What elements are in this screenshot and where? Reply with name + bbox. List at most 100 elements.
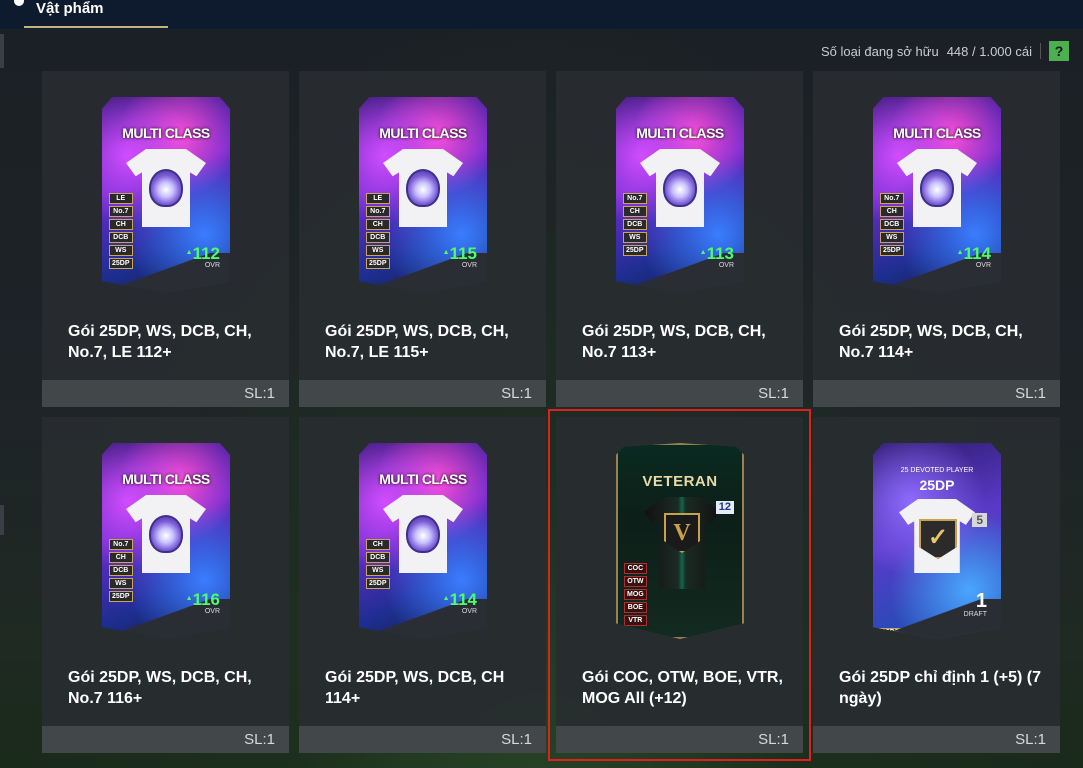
card-title: MULTI CLASS: [893, 125, 981, 141]
position-tag: CH: [109, 552, 133, 563]
card-subtitle: 25 DEVOTED PLAYER: [900, 467, 974, 474]
level-badge: 12: [715, 501, 734, 514]
position-tag: DCB: [366, 232, 390, 243]
class-emblem-icon: [149, 169, 183, 207]
position-tag: WS: [109, 578, 133, 589]
owned-count-value: 448 / 1.000 cái: [946, 43, 1032, 59]
ovr-block: 112 OVR: [186, 245, 220, 269]
item-name: Gói 25DP, WS, DCB, CH, No.7 113+: [582, 323, 766, 361]
item-quantity: SL:1: [758, 731, 789, 748]
multiclass-card: MULTI CLASS No.7CHDCBWS25DP 114 OVR: [873, 97, 1001, 293]
ovr-value: 114: [957, 245, 991, 262]
position-tag: No.7: [623, 193, 647, 204]
position-tag: COC: [624, 563, 647, 574]
item-tile[interactable]: MULTI CLASS No.7CHDCBWS25DP 114 OVR Gói …: [813, 71, 1060, 407]
item-footer: SL:1: [42, 380, 289, 407]
position-tag: LE: [109, 193, 133, 204]
tab-indicator-icon: [14, 0, 24, 6]
position-tag: No.7: [880, 193, 904, 204]
item-footer: SL:1: [299, 726, 546, 753]
ovr-label: OVR: [975, 262, 991, 269]
item-tile[interactable]: MULTI CLASS No.7CHDCBWS25DP 116 OVR Gói …: [42, 417, 289, 753]
position-tag: BOE: [624, 602, 647, 613]
position-tag: DCB: [366, 552, 390, 563]
multiclass-card: MULTI CLASS No.7CHDCBWS25DP 113 OVR: [616, 97, 744, 293]
card-title: MULTI CLASS: [379, 471, 467, 487]
item-quantity: SL:1: [1015, 385, 1046, 402]
item-footer: SL:1: [42, 726, 289, 753]
owned-count: Số loại đang sở hữu 448 / 1.000 cái ?: [821, 40, 1069, 62]
item-tile[interactable]: MULTI CLASS LENo.7CHDCBWS25DP 115 OVR Gó…: [299, 71, 546, 407]
ovr-value: 116: [186, 591, 220, 608]
item-tile[interactable]: MULTI CLASS LENo.7CHDCBWS25DP 112 OVR Gó…: [42, 71, 289, 407]
item-quantity: SL:1: [758, 385, 789, 402]
ovr-label: OVR: [461, 608, 477, 615]
ovr-label: OVR: [718, 262, 734, 269]
item-tile[interactable]: MULTI CLASS CH DCB WS 25DP 114 OVR Gói 25DP…: [299, 417, 546, 753]
item-footer: SL:1: [813, 380, 1060, 407]
item-name: Gói 25DP, WS, DCB, CH, No.7 116+: [68, 669, 252, 707]
position-list: No.7 CH DCB WS 25DP: [109, 539, 133, 602]
item-quantity: SL:1: [244, 385, 275, 402]
position-tag: CH: [623, 206, 647, 217]
help-button[interactable]: ?: [1049, 41, 1069, 61]
multiclass-card: MULTI CLASS LENo.7CHDCBWS25DP 112 OVR: [102, 97, 230, 293]
item-footer: SL:1: [813, 726, 1060, 753]
item-name: Gói 25DP, WS, DCB, CH 114+: [325, 669, 505, 707]
item-grid: MULTI CLASS LENo.7CHDCBWS25DP 112 OVR Gó…: [42, 71, 1060, 761]
position-tag: DCB: [109, 565, 133, 576]
top-bar: Vật phẩm: [0, 0, 1083, 30]
ovr-value: 115: [443, 245, 477, 262]
ovr-block: 113 OVR: [700, 245, 734, 269]
position-tag: 25DP: [366, 578, 390, 589]
veteran-card: VETERAN V 12 COC OTW MOG BOE VTR: [616, 443, 744, 639]
item-footer: SL:1: [299, 380, 546, 407]
ovr-block: 114 OVR: [957, 245, 991, 269]
position-tag: CH: [880, 206, 904, 217]
draft-count: 1: [975, 590, 987, 612]
ovr-block: 114 OVR: [443, 591, 477, 615]
divider: [1040, 43, 1041, 59]
position-tag: No.7: [366, 206, 390, 217]
ovr-value: 114: [443, 591, 477, 608]
ovr-block: 115 OVR: [443, 245, 477, 269]
item-tile[interactable]: MULTI CLASS No.7CHDCBWS25DP 113 OVR Gói …: [556, 71, 803, 407]
position-tag: OTW: [624, 576, 647, 587]
card-title: MULTI CLASS: [122, 471, 210, 487]
item-name: Gói COC, OTW, BOE, VTR, MOG All (+12): [582, 669, 783, 707]
position-tag: MOG: [624, 589, 647, 600]
item-footer: SL:1: [556, 380, 803, 407]
item-name: Gói 25DP chỉ định 1 (+5) (7 ngày): [839, 669, 1041, 707]
item-tile[interactable]: VETERAN V 12 COC OTW MOG BOE VTR Gói COC, OT…: [548, 409, 811, 761]
card-title: VETERAN: [642, 473, 718, 490]
position-tag: WS: [880, 232, 904, 243]
multiclass-card: MULTI CLASS No.7CHDCBWS25DP 116 OVR: [102, 443, 230, 639]
item-quantity: SL:1: [1015, 731, 1046, 748]
left-scroll-handle[interactable]: [0, 34, 4, 68]
class-emblem-icon: [149, 515, 183, 553]
ovr-block: 116 OVR: [186, 591, 220, 615]
position-tag: LE: [366, 193, 390, 204]
position-tag: DCB: [109, 232, 133, 243]
tab-items[interactable]: Vật phẩm: [14, 0, 168, 28]
position-tag: CH: [366, 219, 390, 230]
position-tag: WS: [623, 232, 647, 243]
position-list: No.7 CH DCB WS 25DP: [623, 193, 647, 256]
position-tag: CH: [109, 219, 133, 230]
position-tag: WS: [366, 565, 390, 576]
position-tag: DCB: [623, 219, 647, 230]
item-quantity: SL:1: [501, 731, 532, 748]
card-title: MULTI CLASS: [636, 125, 724, 141]
draft-count-block: 1 DRAFT: [964, 591, 987, 618]
class-emblem-icon: [920, 169, 954, 207]
card-title: MULTI CLASS: [379, 125, 467, 141]
ovr-label: OVR: [461, 262, 477, 269]
position-tag: No.7: [109, 539, 133, 550]
multiclass-card: MULTI CLASS CH DCB WS 25DP 114 OVR: [359, 443, 487, 639]
class-emblem-icon: [663, 169, 697, 207]
item-name: Gói 25DP, WS, DCB, CH, No.7, LE 115+: [325, 323, 509, 361]
owned-count-label: Số loại đang sở hữu: [821, 43, 939, 59]
item-tile[interactable]: 25 DEVOTED PLAYER 25DP ✓ 5 25DP 1 DRAFT …: [813, 417, 1060, 753]
card-title: MULTI CLASS: [122, 125, 210, 141]
left-scroll-handle-lower[interactable]: [0, 505, 4, 535]
